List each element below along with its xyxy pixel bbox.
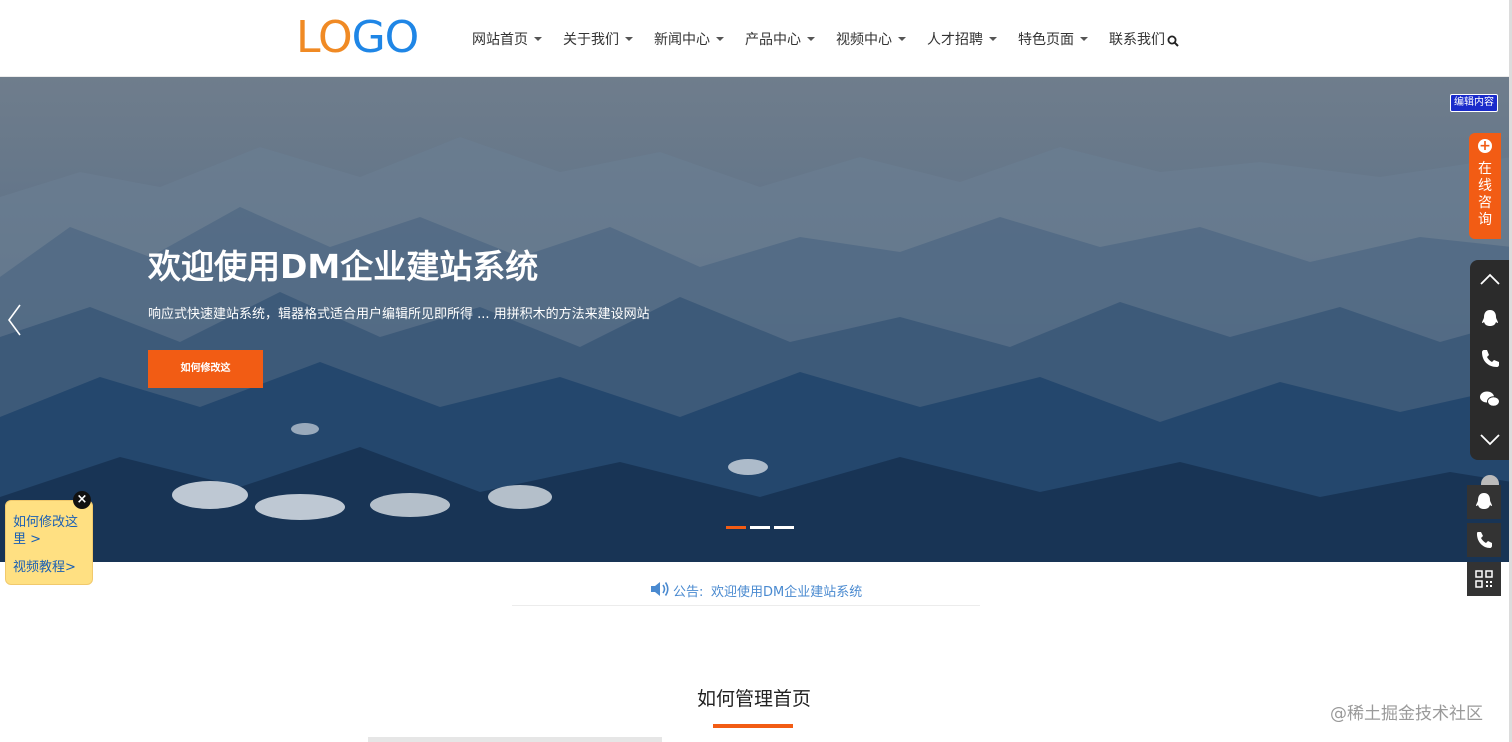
- caret-down-icon: [534, 37, 542, 41]
- nav-item-home[interactable]: 网站首页: [472, 29, 542, 49]
- announcement-text[interactable]: 欢迎使用DM企业建站系统: [711, 581, 862, 600]
- qrcode-icon: [1475, 570, 1493, 588]
- chevron-up-icon[interactable]: [1478, 268, 1502, 292]
- qq-icon[interactable]: [1478, 307, 1502, 331]
- slide-dot[interactable]: [774, 526, 794, 529]
- nav-label: 网站首页: [472, 32, 528, 48]
- nav-label: 特色页面: [1018, 32, 1074, 48]
- caret-down-icon: [898, 37, 906, 41]
- nav-item-features[interactable]: 特色页面: [1018, 29, 1088, 49]
- caret-down-icon: [807, 37, 815, 41]
- side-qrcode-button[interactable]: [1467, 562, 1501, 596]
- nav-item-about[interactable]: 关于我们: [563, 29, 633, 49]
- nav-label: 新闻中心: [654, 32, 710, 48]
- section-title: 如何管理首页: [696, 688, 811, 710]
- horizontal-scrollbar[interactable]: [368, 737, 662, 742]
- caret-down-icon: [1080, 37, 1088, 41]
- online-consult-tab[interactable]: + 在线咨询: [1469, 133, 1501, 239]
- caret-down-icon: [716, 37, 724, 41]
- caret-down-icon: [625, 37, 633, 41]
- nav-item-jobs[interactable]: 人才招聘: [927, 29, 997, 49]
- contact-float-bar: [1470, 260, 1510, 460]
- banner-subtitle: 响应式快速建站系统，辑器格式适合用户编辑所见即所得 ... 用拼积木的方法来建设…: [148, 307, 650, 322]
- nav-item-videos[interactable]: 视频中心: [836, 29, 906, 49]
- plus-icon: +: [1478, 138, 1492, 154]
- announcement-bar: 公告: 欢迎使用DM企业建站系统: [512, 575, 980, 606]
- slide-dot[interactable]: [726, 526, 746, 529]
- watermark-text: @稀土掘金技术社区: [1330, 704, 1483, 724]
- speaker-icon: [651, 582, 669, 596]
- announcement-label: 公告:: [673, 585, 704, 600]
- slide-indicators: [726, 526, 798, 529]
- prev-slide-arrow-icon[interactable]: [5, 300, 25, 340]
- online-consult-label: 在线咨询: [1478, 161, 1492, 228]
- main-nav: 网站首页 关于我们 新闻中心 产品中心 视频中心 人才招聘 特色页面 联系我们: [472, 28, 1186, 50]
- search-icon[interactable]: [1167, 35, 1179, 47]
- qq-icon: [1476, 493, 1492, 509]
- section-title-underline: [713, 724, 793, 728]
- help-edit-link[interactable]: 如何修改这里 >: [13, 514, 87, 548]
- slide-dot[interactable]: [750, 526, 770, 529]
- nav-item-news[interactable]: 新闻中心: [654, 29, 724, 49]
- site-header: LOGO 网站首页 关于我们 新闻中心 产品中心 视频中心 人才招聘 特色页面 …: [0, 0, 1512, 77]
- phone-icon[interactable]: [1478, 347, 1502, 371]
- nav-label: 产品中心: [745, 32, 801, 48]
- side-qq-button[interactable]: [1467, 485, 1501, 519]
- nav-label: 视频中心: [836, 32, 892, 48]
- nav-label: 联系我们: [1109, 32, 1165, 48]
- edit-content-badge[interactable]: 编辑内容: [1450, 94, 1498, 112]
- caret-down-icon: [989, 37, 997, 41]
- logo-part-1: LO: [296, 12, 353, 63]
- nav-item-products[interactable]: 产品中心: [745, 29, 815, 49]
- site-logo[interactable]: LOGO: [296, 12, 420, 63]
- nav-label: 关于我们: [563, 32, 619, 48]
- logo-part-2: GO: [351, 12, 420, 63]
- banner-title: 欢迎使用DM企业建站系统: [148, 247, 539, 286]
- side-phone-button[interactable]: [1467, 523, 1501, 557]
- chevron-down-icon[interactable]: [1478, 427, 1502, 451]
- help-video-link[interactable]: 视频教程>: [13, 556, 76, 575]
- help-close-icon[interactable]: ×: [73, 491, 91, 509]
- nav-label: 人才招聘: [927, 32, 983, 48]
- wechat-icon[interactable]: [1478, 387, 1502, 411]
- banner-cta-button[interactable]: 如何修改这: [148, 350, 263, 388]
- nav-item-contact[interactable]: 联系我们: [1109, 29, 1165, 49]
- phone-icon: [1477, 532, 1492, 548]
